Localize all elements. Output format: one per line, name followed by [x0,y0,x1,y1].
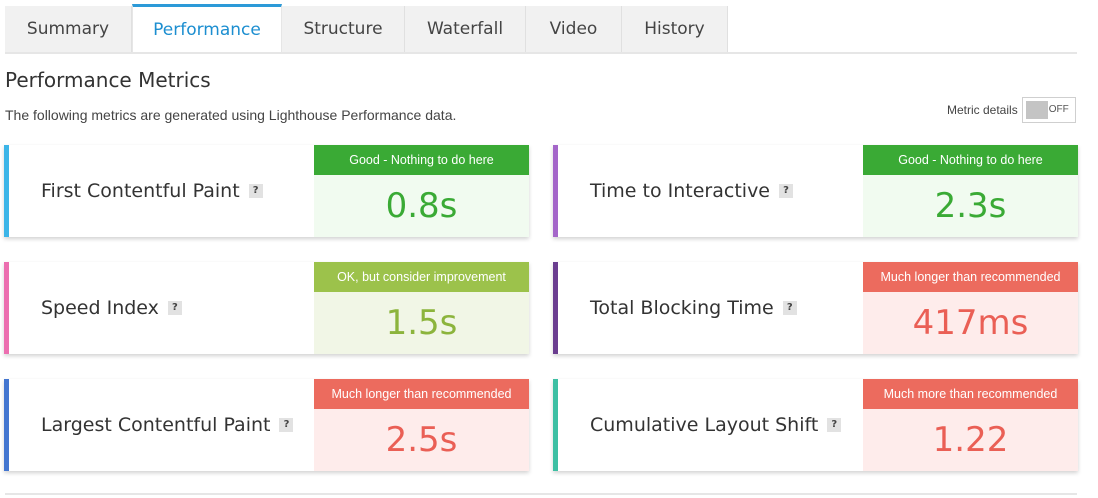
page-title: Performance Metrics [5,68,211,92]
help-icon[interactable]: ? [827,418,842,432]
status-badge: Much more than recommended [863,379,1078,409]
metric-card-first-contentful-paint: First Contentful Paint ? Good - Nothing … [4,145,529,237]
status-badge: Much longer than recommended [314,379,529,409]
metric-grade: Much longer than recommended 2.5s [314,379,529,471]
section-divider [5,493,1077,495]
metric-value: 1.22 [932,420,1009,460]
metric-grade: Much more than recommended 1.22 [863,379,1078,471]
metric-value: 1.5s [385,303,458,343]
metric-card-speed-index: Speed Index ? OK, but consider improveme… [4,262,529,354]
tab-video[interactable]: Video [526,6,622,52]
status-badge: Good - Nothing to do here [863,145,1078,175]
metric-value: 417ms [912,303,1029,343]
metric-name: Time to Interactive ? [590,145,793,237]
card-accent [553,145,558,237]
metric-grade: Much longer than recommended 417ms [863,262,1078,354]
page-subtitle: The following metrics are generated usin… [5,107,457,123]
card-accent [553,262,558,354]
help-icon[interactable]: ? [167,301,182,315]
metric-label: First Contentful Paint [41,180,240,202]
metric-name: Cumulative Layout Shift ? [590,379,842,471]
metric-card-time-to-interactive: Time to Interactive ? Good - Nothing to … [553,145,1078,237]
metric-grade: OK, but consider improvement 1.5s [314,262,529,354]
tab-summary[interactable]: Summary [5,6,132,52]
metric-details-toggle[interactable]: OFF [1021,97,1076,123]
metric-card-cumulative-layout-shift: Cumulative Layout Shift ? Much more than… [553,379,1078,471]
toggle-state: OFF [1048,104,1069,115]
status-badge: Much longer than recommended [863,262,1078,292]
metric-card-largest-contentful-paint: Largest Contentful Paint ? Much longer t… [4,379,529,471]
metric-name: Total Blocking Time ? [590,262,797,354]
help-icon[interactable]: ? [779,184,793,198]
metric-value: 0.8s [385,186,458,226]
metric-details-label: Metric details [947,103,1018,117]
status-badge: OK, but consider improvement [314,262,529,292]
tab-performance[interactable]: Performance [132,4,282,52]
metric-label: Speed Index [41,297,159,319]
card-accent [553,379,558,471]
metric-name: Speed Index ? [41,262,182,354]
metric-grade: Good - Nothing to do here 0.8s [314,145,529,237]
metric-card-total-blocking-time: Total Blocking Time ? Much longer than r… [553,262,1078,354]
metric-name: Largest Contentful Paint ? [41,379,294,471]
metric-grade: Good - Nothing to do here 2.3s [863,145,1078,237]
card-accent [4,145,9,237]
status-badge: Good - Nothing to do here [314,145,529,175]
card-accent [4,379,9,471]
metric-value: 2.3s [934,186,1007,226]
metric-label: Cumulative Layout Shift [590,414,819,436]
metric-label: Total Blocking Time [590,297,774,319]
tab-waterfall[interactable]: Waterfall [405,6,526,52]
help-icon[interactable]: ? [782,301,797,315]
card-accent [4,262,9,354]
metric-label: Time to Interactive [590,180,770,202]
tab-bar: Summary Performance Structure Waterfall … [5,4,1077,54]
metric-details-control: Metric details OFF [947,97,1076,123]
tab-structure[interactable]: Structure [282,6,405,52]
tab-history[interactable]: History [622,6,728,52]
help-icon[interactable]: ? [279,418,294,432]
metric-value: 2.5s [385,420,458,460]
metric-name: First Contentful Paint ? [41,145,263,237]
metric-label: Largest Contentful Paint [41,414,271,436]
help-icon[interactable]: ? [248,184,263,198]
toggle-knob [1025,101,1048,119]
